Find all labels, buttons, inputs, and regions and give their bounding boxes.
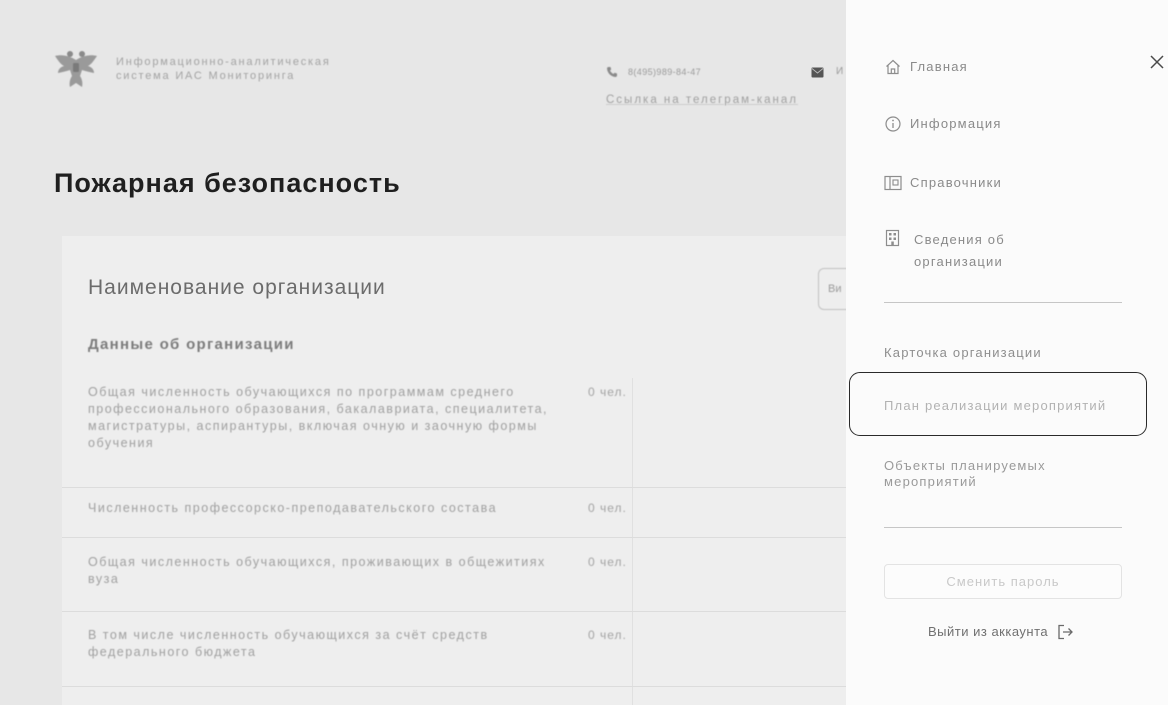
home-icon xyxy=(886,59,900,75)
label-line: Объекты планируемых xyxy=(884,458,1046,473)
organization-card: Наименование организации Ви Данные об ор… xyxy=(62,236,846,705)
emblem-icon xyxy=(55,51,97,87)
submenu-item-planned-objects[interactable]: Объекты планируемых мероприятий xyxy=(884,458,1046,490)
mail-icon xyxy=(811,67,824,77)
label-line: организации xyxy=(914,254,1003,269)
row-divider xyxy=(62,537,846,538)
table-row-label: В том числе численность обучающихся за с… xyxy=(88,627,489,661)
menu-item-label: Информация xyxy=(910,116,1002,131)
menu-item-label: Справочники xyxy=(910,175,1002,190)
label-line: В том числе численность обучающихся за с… xyxy=(88,628,489,642)
menu-item-information[interactable]: Информация xyxy=(884,115,1124,133)
menu-item-organization-info[interactable]: Сведения об организации xyxy=(884,229,1124,273)
system-name-line: Информационно-аналитическая xyxy=(116,56,331,68)
system-name-line: система ИАС Мониторинга xyxy=(116,70,296,82)
telegram-link[interactable]: Ссылка на телеграм-канал xyxy=(606,93,798,107)
submenu-item-action-plan[interactable]: План реализации мероприятий xyxy=(884,398,1106,414)
table-row-label: Общая численность обучающихся по програм… xyxy=(88,384,548,452)
logout-label: Выйти из аккаунта xyxy=(928,624,1049,639)
info-icon xyxy=(885,116,901,132)
logout-button[interactable]: Выйти из аккаунта xyxy=(928,622,1074,642)
label-line: Сведения об xyxy=(914,232,1005,247)
menu-divider xyxy=(884,527,1122,528)
label-line: Общая численность обучающихся, проживающ… xyxy=(88,555,546,569)
label-line: магистратуры, аспирантуры, включая очную… xyxy=(88,419,538,433)
phone-icon xyxy=(607,67,617,77)
menu-item-home[interactable]: Главная xyxy=(884,58,1124,76)
label-line: профессионального образования, бакалаври… xyxy=(88,402,549,416)
label-line: Общая численность обучающихся по програм… xyxy=(88,385,515,399)
submenu-item-organization-card[interactable]: Карточка организации xyxy=(884,345,1042,361)
phone-number: 8(495)989-84-47 xyxy=(628,67,702,77)
table-row-label: Общая численность обучающихся, проживающ… xyxy=(88,554,546,588)
page-title: Пожарная безопасность xyxy=(54,168,401,198)
label-line: мероприятий xyxy=(884,474,977,489)
menu-divider xyxy=(884,302,1122,303)
row-divider xyxy=(62,611,846,612)
change-password-button[interactable]: Сменить пароль xyxy=(884,564,1122,599)
logout-icon xyxy=(1058,624,1074,640)
table-row-value: 0 чел. xyxy=(588,555,627,569)
table-row-label: Численность профессорско-преподавательск… xyxy=(88,500,497,517)
label-line: обучения xyxy=(88,436,155,450)
close-menu-button[interactable] xyxy=(1149,54,1165,70)
side-menu: Главная Информация Справочники Сведения … xyxy=(846,0,1168,705)
system-name: Информационно-аналитическая система ИАС … xyxy=(116,55,331,83)
organization-name: Наименование организации xyxy=(88,276,386,299)
table-row-value: 0 чел. xyxy=(588,501,627,515)
book-icon xyxy=(884,175,902,191)
menu-item-directories[interactable]: Справочники xyxy=(884,174,1124,192)
email-text: И xyxy=(836,66,844,77)
table-row-value: 0 чел. xyxy=(588,385,627,399)
email-contact[interactable]: И xyxy=(811,66,843,78)
table-row-value: 0 чел. xyxy=(588,628,627,642)
menu-item-label: Сведения об организации xyxy=(914,229,1005,273)
emblem-logo[interactable] xyxy=(52,46,100,94)
close-icon xyxy=(1150,55,1164,69)
phone-contact[interactable]: 8(495)989-84-47 xyxy=(606,66,701,78)
menu-item-label: Главная xyxy=(910,59,968,74)
section-title: Данные об организации xyxy=(88,336,295,353)
row-divider xyxy=(62,487,846,488)
label-line: вуза xyxy=(88,572,120,586)
column-divider xyxy=(632,378,633,705)
building-icon xyxy=(885,229,900,247)
page-background: Информационно-аналитическая система ИАС … xyxy=(0,0,846,705)
label-line: федерального бюджета xyxy=(88,645,257,659)
card-action-button[interactable]: Ви xyxy=(818,268,846,310)
row-divider xyxy=(62,686,846,687)
label-line: Численность профессорско-преподавательск… xyxy=(88,501,498,515)
